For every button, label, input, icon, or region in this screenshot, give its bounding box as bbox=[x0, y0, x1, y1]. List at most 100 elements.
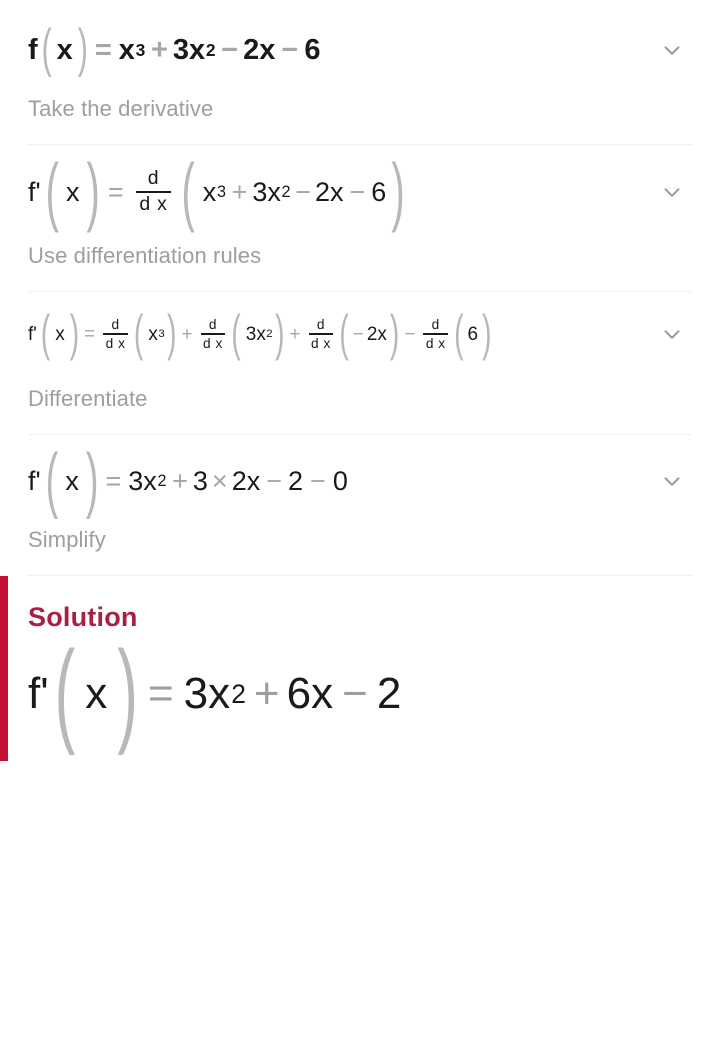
step-2-chevron-down-icon[interactable] bbox=[652, 172, 692, 212]
term-2-coefficient: 3x bbox=[252, 176, 281, 207]
operator-3: − bbox=[404, 323, 416, 345]
term-2-coefficient: 3x bbox=[172, 33, 206, 66]
derivative-operator-fraction-2: d d x bbox=[200, 316, 226, 352]
group-3-body: 2x bbox=[366, 323, 387, 345]
step-3-chevron-down-icon[interactable] bbox=[652, 314, 692, 354]
paren-open: ( bbox=[45, 150, 59, 234]
derivative-operator-fraction-1: d d x bbox=[103, 316, 129, 352]
paren-open: ( bbox=[45, 441, 59, 522]
operator-1: + bbox=[172, 465, 188, 496]
step-1-equation: f ( x ) = x3 + 3x 2 − 2x − 6 bbox=[28, 20, 321, 78]
term-3: 2 bbox=[288, 465, 304, 496]
function-name: f bbox=[28, 33, 38, 66]
group-1-base: x bbox=[148, 323, 158, 345]
equals-sign: = bbox=[105, 465, 122, 496]
derivative-operator-fraction-4: d d x bbox=[423, 316, 449, 352]
fraction-numerator: d bbox=[431, 316, 440, 332]
fraction-numerator: d bbox=[147, 167, 160, 190]
step-4[interactable]: f ' ( x ) = 3x 2 + 3 × 2x − 2 − 0 Simpli… bbox=[0, 435, 720, 553]
operator-1: + bbox=[253, 669, 280, 719]
group-2-paren-close: ) bbox=[275, 305, 285, 362]
group-4-paren-close: ) bbox=[482, 305, 492, 362]
equals-sign: = bbox=[84, 323, 96, 345]
term-2: 6x bbox=[286, 669, 334, 719]
paren-open: ( bbox=[40, 305, 51, 362]
operator-2: − bbox=[266, 465, 282, 496]
fraction-numerator: d bbox=[316, 316, 326, 332]
equals-sign: = bbox=[94, 33, 112, 66]
step-1-chevron-down-icon[interactable] bbox=[652, 30, 692, 70]
paren-close: ) bbox=[117, 629, 138, 758]
step-2[interactable]: f ' ( x ) = d d x ( x3 + 3x 2 − 2x − 6)… bbox=[0, 145, 720, 269]
operator-3: − bbox=[349, 176, 366, 207]
step-4-label: Simplify bbox=[28, 527, 106, 553]
derivative-operator-fraction-3: d d x bbox=[308, 316, 334, 352]
step-4-chevron-down-icon[interactable] bbox=[652, 461, 692, 501]
prime-mark: ' bbox=[35, 465, 41, 496]
fraction-denominator: d x bbox=[105, 335, 126, 351]
prime-mark: ' bbox=[35, 176, 41, 207]
step-1-label: Take the derivative bbox=[28, 96, 214, 121]
step-2-equation: f ' ( x ) = d d x ( x3 + 3x 2 − 2x − 6) bbox=[28, 150, 405, 234]
paren-open: ( bbox=[54, 629, 76, 758]
operator-2: − bbox=[342, 669, 368, 719]
step-by-step-solution-panel: f ( x ) = x 3 + 3x 2 − 2x − 6 Take the de… bbox=[0, 0, 720, 1046]
term-4: 6 bbox=[371, 176, 387, 207]
term-1-coefficient: 3x bbox=[128, 465, 157, 496]
derivative-operator-fraction: d d x bbox=[135, 167, 172, 217]
function-name: f bbox=[28, 669, 41, 719]
term-4: 6 bbox=[304, 33, 321, 66]
function-name: f bbox=[28, 176, 36, 207]
term-1-base: x bbox=[118, 33, 135, 66]
term-3: 2x bbox=[243, 33, 276, 66]
group-3-paren-close: ) bbox=[389, 305, 400, 362]
variable: x bbox=[55, 323, 65, 345]
step-4-equation-row: f ' ( x ) = 3x 2 + 3 × 2x − 2 − 0 bbox=[28, 441, 692, 522]
paren-close: ) bbox=[85, 441, 99, 522]
paren-open: ( bbox=[41, 20, 52, 78]
step-1[interactable]: f ( x ) = x3 + 3x 2 − 2x − 6 Take the de… bbox=[0, 0, 720, 122]
fraction-denominator: d x bbox=[425, 335, 446, 351]
function-name: f bbox=[28, 465, 36, 496]
group-2-base: 3x bbox=[245, 323, 266, 345]
step-3-equation: f ' ( x ) = d d x ( x3) + d d x (3x 2 … bbox=[28, 305, 492, 362]
term-1-coefficient: 3x bbox=[183, 669, 231, 719]
group-paren-close: ) bbox=[391, 150, 405, 234]
paren-close: ) bbox=[86, 150, 100, 234]
step-4-equation: f ' ( x ) = 3x 2 + 3 × 2x − 2 − 0 bbox=[28, 441, 348, 522]
solution-equation: f ' ( x ) = 3x 2 + 6x − 2 bbox=[28, 629, 402, 758]
fraction-denominator: d x bbox=[139, 193, 168, 216]
group-2-paren-open: ( bbox=[231, 305, 241, 362]
fraction-numerator: d bbox=[111, 316, 120, 332]
paren-close: ) bbox=[77, 20, 88, 78]
group-1-paren-close: ) bbox=[167, 305, 177, 362]
group-4-body: 6 bbox=[467, 323, 479, 345]
step-3-equation-row: f ' ( x ) = d d x ( x3) + d d x (3x 2 … bbox=[28, 305, 692, 362]
solution-block: Solution f ' ( x ) = 3x 2 + 6x − 2 bbox=[0, 576, 720, 762]
step-3[interactable]: f ' ( x ) = d d x ( x3) + d d x (3x 2 … bbox=[0, 292, 720, 412]
step-2-label: Use differentiation rules bbox=[28, 243, 262, 269]
group-1-paren-open: ( bbox=[134, 305, 144, 362]
solution-accent-bar bbox=[0, 576, 8, 762]
term-4: 0 bbox=[332, 465, 348, 496]
variable: x bbox=[66, 176, 80, 207]
paren-close: ) bbox=[69, 305, 80, 362]
fraction-numerator: d bbox=[208, 316, 218, 332]
group-3-sign: − bbox=[352, 323, 364, 345]
step-1-equation-row: f ( x ) = x3 + 3x 2 − 2x − 6 bbox=[28, 20, 692, 78]
equals-sign: = bbox=[147, 669, 174, 719]
term-3: 2x bbox=[314, 176, 344, 207]
term-2-factor-a: 3 bbox=[192, 465, 208, 496]
variable: x bbox=[65, 465, 79, 496]
equals-sign: = bbox=[107, 176, 124, 207]
variable: x bbox=[85, 669, 108, 719]
operator-2: − bbox=[295, 176, 311, 207]
variable: x bbox=[56, 33, 73, 66]
step-3-label: Differentiate bbox=[28, 386, 148, 412]
operator-2: − bbox=[221, 33, 239, 66]
operator-1: + bbox=[181, 323, 193, 345]
operator-2: + bbox=[289, 323, 301, 345]
group-4-paren-open: ( bbox=[454, 305, 464, 362]
step-2-equation-row: f ' ( x ) = d d x ( x3 + 3x 2 − 2x − 6) bbox=[28, 150, 692, 234]
prime-mark: ' bbox=[33, 323, 37, 345]
